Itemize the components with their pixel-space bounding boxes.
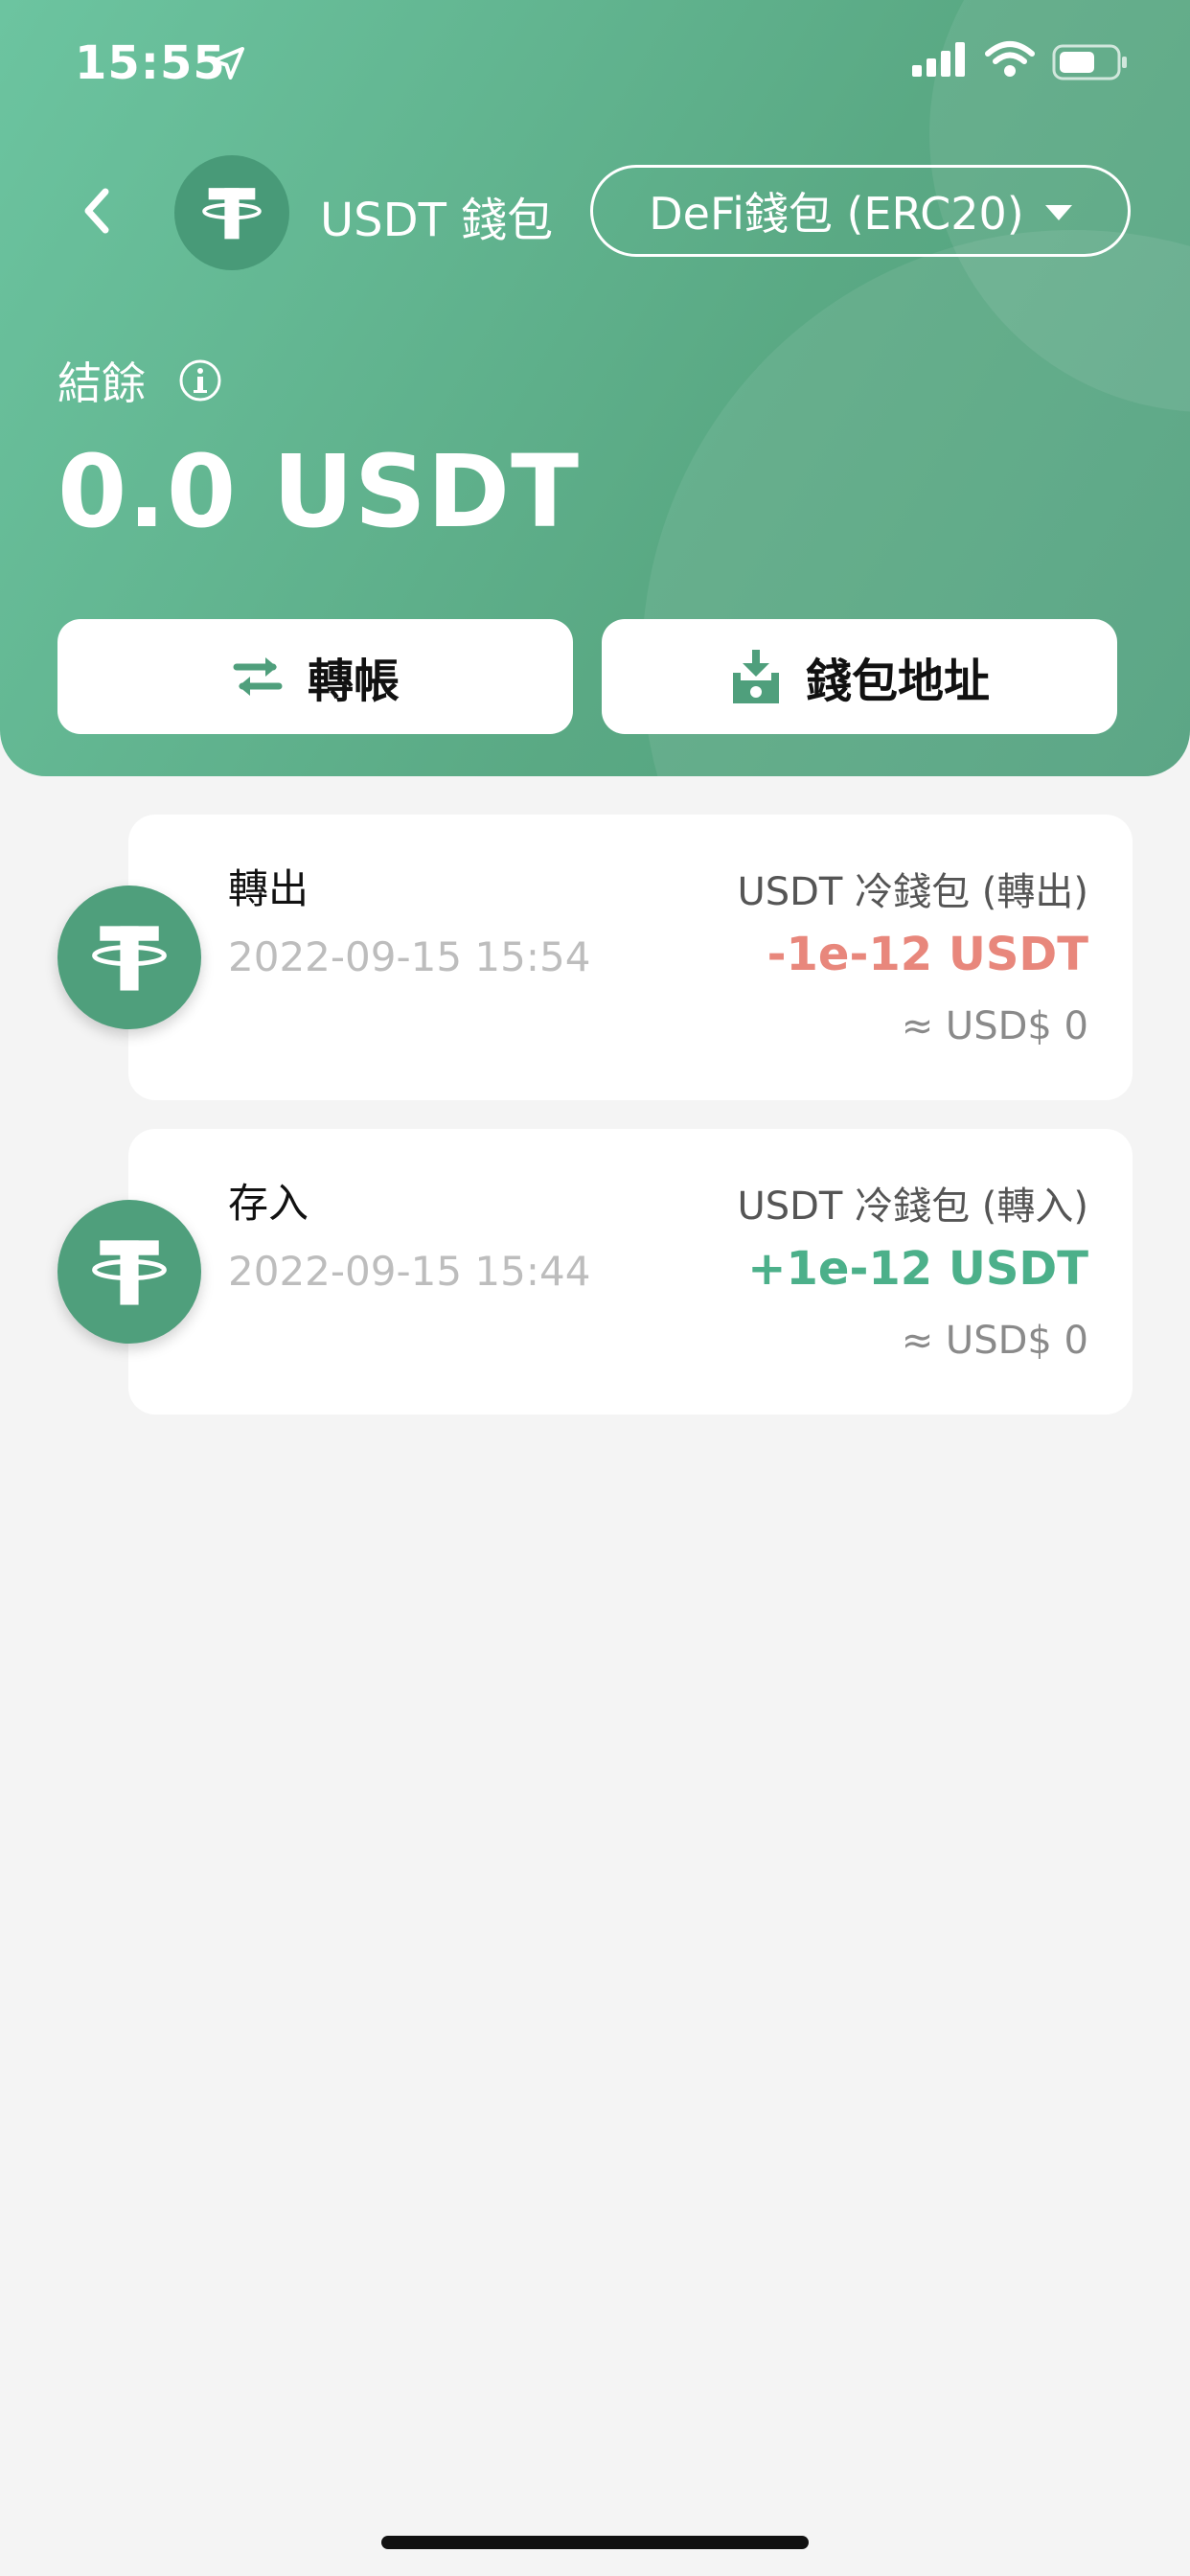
- wallet-title: USDT 錢包: [320, 194, 554, 247]
- transaction-date: 2022-09-15 15:44: [228, 1248, 591, 1295]
- download-tray-icon: [732, 650, 779, 703]
- tether-logo-icon: [174, 155, 289, 270]
- swap-arrows-icon: [233, 657, 283, 696]
- transaction-usd-value: ≈ USD$ 0: [901, 1319, 1088, 1363]
- balance-value: 0.0 USDT: [57, 433, 581, 550]
- transaction-amount: +1e-12 USDT: [747, 1242, 1088, 1296]
- transaction-item[interactable]: 轉出 2022-09-15 15:54 USDT 冷錢包 (轉出) -1e-12…: [128, 815, 1133, 1100]
- location-arrow-icon: [212, 47, 244, 80]
- transaction-wallet: USDT 冷錢包 (轉入): [737, 1184, 1088, 1229]
- tether-logo-icon: [57, 886, 201, 1029]
- battery-icon: [1052, 44, 1127, 80]
- status-time: 15:55: [75, 36, 226, 90]
- transaction-item[interactable]: 存入 2022-09-15 15:44 USDT 冷錢包 (轉入) +1e-12…: [128, 1129, 1133, 1414]
- transaction-date: 2022-09-15 15:54: [228, 933, 591, 980]
- transfer-button[interactable]: 轉帳: [57, 619, 573, 734]
- transfer-label: 轉帳: [307, 655, 400, 708]
- balance-label: 結餘: [57, 357, 146, 409]
- transaction-usd-value: ≈ USD$ 0: [901, 1004, 1088, 1048]
- wallet-address-label: 錢包地址: [805, 655, 990, 708]
- wallet-header: 15:55 USDT 錢包 DeFi錢包 (ERC20) 結餘 0.0 USDT…: [0, 0, 1190, 776]
- transaction-type: 轉出: [228, 865, 309, 912]
- wallet-type-label: DeFi錢包 (ERC20): [649, 188, 1024, 240]
- chevron-left-icon[interactable]: [69, 182, 126, 240]
- transaction-amount: -1e-12 USDT: [767, 928, 1088, 981]
- transaction-wallet: USDT 冷錢包 (轉出): [737, 870, 1088, 914]
- home-indicator: [381, 2536, 809, 2549]
- wallet-address-button[interactable]: 錢包地址: [602, 619, 1117, 734]
- transaction-type: 存入: [228, 1180, 309, 1227]
- caret-down-icon: [1044, 205, 1072, 220]
- wallet-type-dropdown[interactable]: DeFi錢包 (ERC20): [590, 165, 1131, 257]
- tether-logo-icon: [57, 1200, 201, 1344]
- cellular-signal-icon: [912, 42, 965, 77]
- wifi-icon: [985, 41, 1035, 77]
- info-icon[interactable]: [178, 358, 222, 402]
